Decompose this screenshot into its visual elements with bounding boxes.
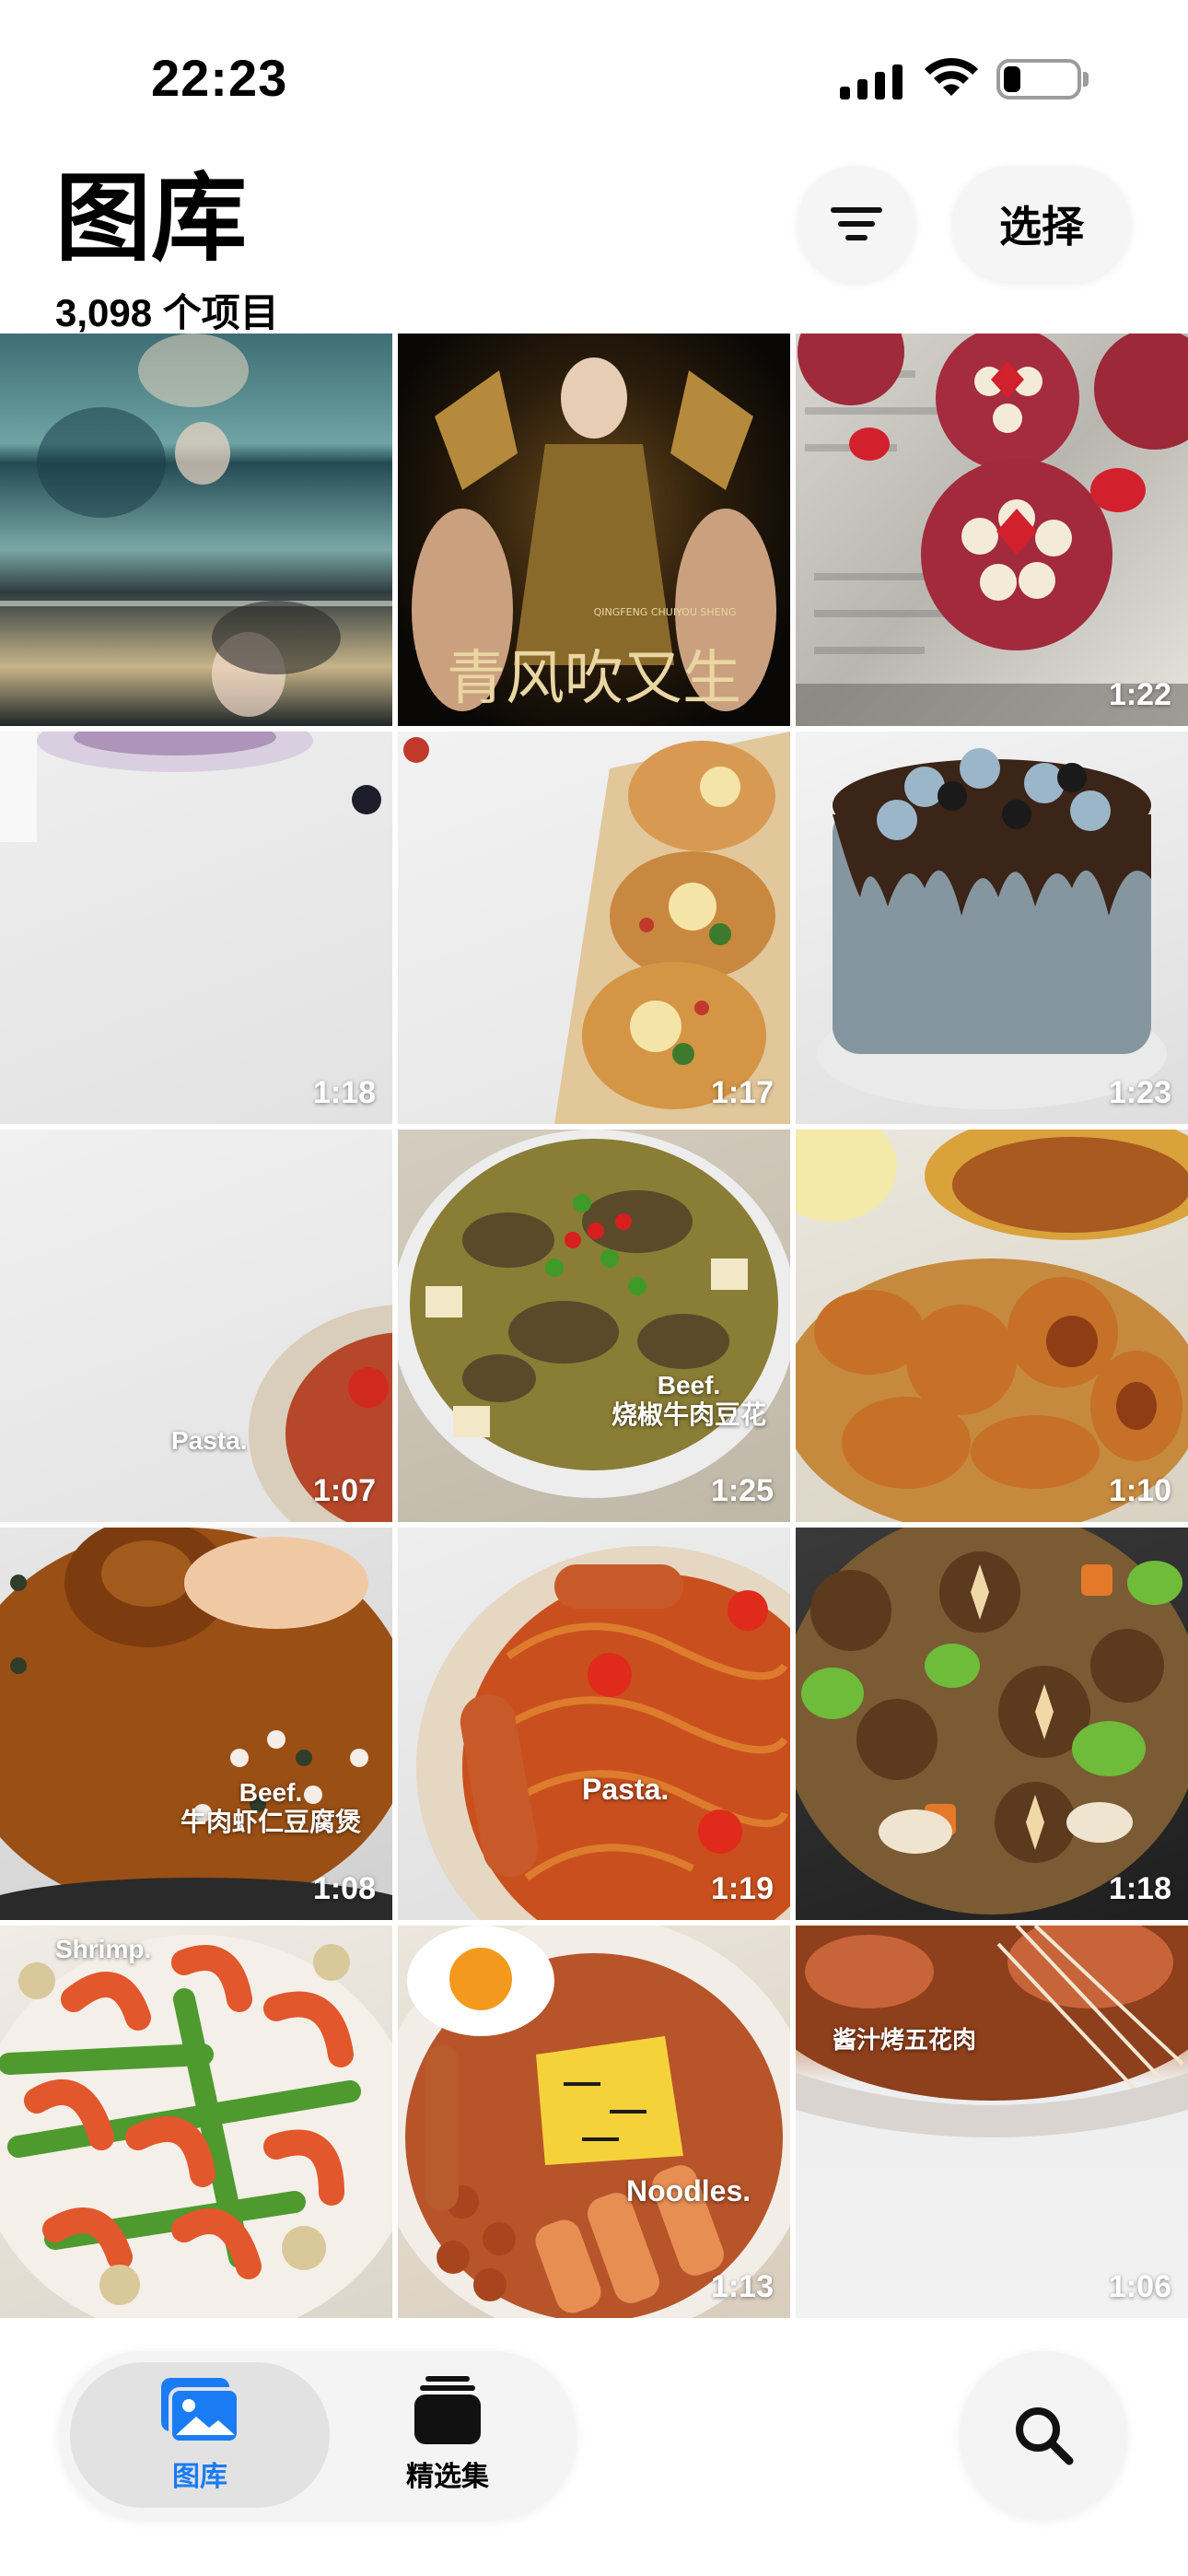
mushroom-stew-thumbnail — [796, 1528, 1188, 1914]
photo-tile[interactable]: 1:18 — [796, 1528, 1188, 1920]
status-bar: 22:23 — [0, 0, 1188, 157]
photos-screen: 22:23 图库 3,098 个项目 选择 青风吹又生 QINGFENG CHU… — [0, 0, 1188, 2576]
battery-icon — [996, 59, 1081, 100]
video-duration: 1:18 — [1108, 1871, 1171, 1906]
beef-tofu-thumbnail — [398, 1130, 790, 1498]
photo-tile[interactable]: Pasta. 1:07 — [0, 1130, 392, 1522]
video-caption: Beef. 牛肉虾仁豆腐煲 — [181, 1778, 362, 1837]
photo-tile[interactable]: 1:22 — [796, 334, 1188, 726]
tab-collections-label: 精选集 — [406, 2462, 489, 2492]
sort-filter-button[interactable] — [798, 166, 915, 282]
pasta-plate-thumbnail — [249, 1305, 392, 1522]
poster-subtitle: QINGFENG CHUIYOU SHENG — [594, 606, 737, 618]
photo-tile[interactable]: 酱汁烤五花肉 1:06 — [796, 1926, 1188, 2318]
photo-tile[interactable]: 1:18 — [0, 732, 392, 1124]
video-caption: Beef. 烧椒牛肉豆花 — [611, 1371, 767, 1430]
photo-tile[interactable]: 青风吹又生 QINGFENG CHUIYOU SHENG — [398, 334, 790, 726]
video-duration: 1:06 — [1108, 2269, 1171, 2304]
tab-library[interactable]: 图库 — [70, 2362, 330, 2508]
photo-tile[interactable]: Shrimp. — [0, 1926, 392, 2318]
tab-collections[interactable]: 精选集 — [330, 2362, 565, 2508]
dessert-thumbnail — [796, 334, 1188, 726]
tab-library-label: 图库 — [172, 2462, 227, 2492]
photo-tile[interactable]: 1:17 — [398, 732, 790, 1124]
cake-thumbnail — [817, 748, 1167, 1109]
drama-collage-thumbnail — [0, 334, 392, 717]
photo-tile[interactable]: Noodles. 1:13 — [398, 1926, 790, 2318]
photo-tile[interactable]: 1:23 — [796, 732, 1188, 1124]
video-caption: Pasta. — [582, 1773, 670, 1806]
photo-tile[interactable] — [0, 334, 392, 726]
photo-tile[interactable]: Beef. 烧椒牛肉豆花 1:25 — [398, 1130, 790, 1522]
video-duration: 1:13 — [710, 2269, 774, 2304]
shrimp-asparagus-thumbnail — [0, 1935, 392, 2318]
fried-chicken-thumbnail — [796, 1130, 1188, 1522]
video-duration: 1:17 — [710, 1075, 774, 1110]
tab-bar: 图库 精选集 — [59, 2351, 577, 2519]
video-duration: 1:07 — [312, 1473, 376, 1508]
video-duration: 1:23 — [1108, 1075, 1171, 1110]
video-caption: Shrimp. — [55, 1935, 152, 1963]
photo-tile[interactable]: Pasta. 1:19 — [398, 1528, 790, 1920]
photo-tile[interactable]: 1:10 — [796, 1130, 1188, 1522]
clay-pot-thumbnail — [0, 1528, 392, 1920]
select-button[interactable]: 选择 — [952, 166, 1131, 282]
video-caption: Noodles. — [626, 2174, 751, 2207]
video-caption: Pasta. — [171, 1426, 248, 1455]
cups-food-thumbnail — [403, 732, 790, 1124]
page-title: 图库 — [55, 166, 248, 273]
search-button[interactable] — [960, 2351, 1127, 2519]
video-caption: 酱汁烤五花肉 — [833, 2026, 977, 2054]
video-duration: 1:18 — [312, 1075, 376, 1110]
video-duration: 1:22 — [1108, 677, 1171, 712]
pork-belly-thumbnail — [796, 1926, 1188, 2137]
noodles-pot-thumbnail — [398, 1926, 790, 2318]
status-time: 22:23 — [151, 49, 288, 107]
pasta-sausage-thumbnail — [416, 1546, 790, 1920]
battery-cap — [1083, 72, 1089, 87]
table-thumbnail — [0, 732, 381, 842]
video-duration: 1:19 — [710, 1871, 774, 1906]
poster-title: 青风吹又生 — [447, 645, 741, 713]
item-count: 3,098 个项目 — [55, 291, 279, 334]
video-duration: 1:08 — [312, 1871, 376, 1906]
stack-icon — [414, 2376, 481, 2444]
list-filter-icon — [831, 207, 882, 240]
search-icon — [1016, 2407, 1074, 2465]
wifi-icon — [925, 57, 978, 96]
video-duration: 1:10 — [1108, 1473, 1171, 1508]
poster-thumbnail: 青风吹又生 QINGFENG CHUIYOU SHENG — [412, 357, 776, 713]
photo-tile[interactable]: Beef. 牛肉虾仁豆腐煲 1:08 — [0, 1528, 392, 1920]
video-duration: 1:25 — [710, 1473, 774, 1508]
photos-icon — [161, 2378, 240, 2444]
cellular-signal-icon — [840, 59, 903, 100]
